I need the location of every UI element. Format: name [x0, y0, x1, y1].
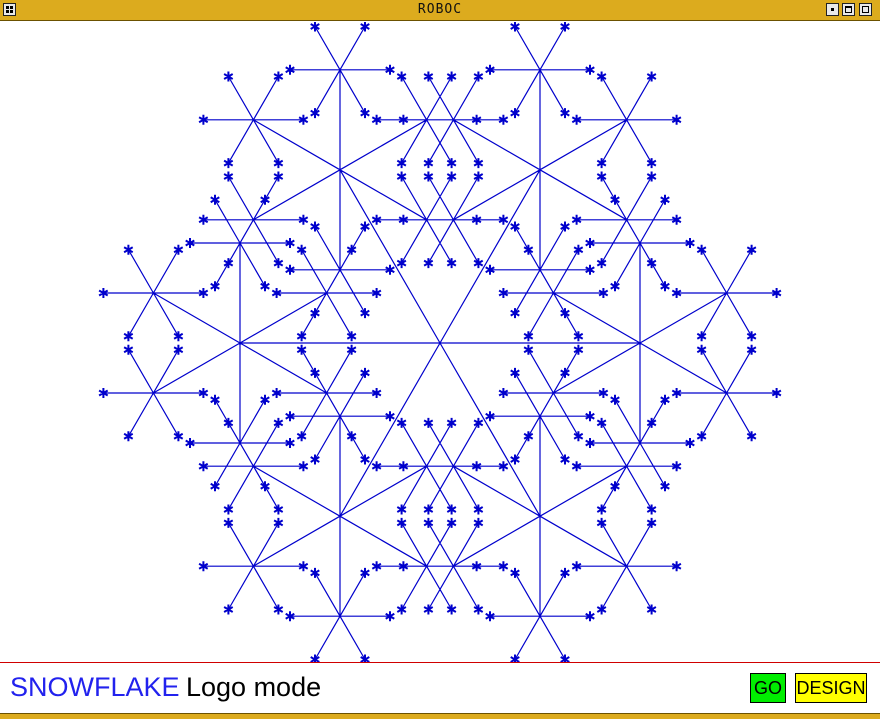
title-bar[interactable]: ROBOC: [0, 0, 880, 21]
drawing-canvas[interactable]: [0, 21, 880, 665]
status-bar: SNOWFLAKE Logo mode GO DESIGN: [0, 663, 880, 713]
program-name: SNOWFLAKE: [10, 672, 180, 702]
mode-label: Logo mode: [186, 672, 322, 702]
window-title: ROBOC: [417, 2, 463, 17]
maximize-icon[interactable]: [842, 3, 855, 16]
design-button[interactable]: DESIGN: [795, 673, 867, 703]
go-button[interactable]: GO: [750, 673, 786, 703]
minimize-icon[interactable]: [826, 3, 839, 16]
snowflake-drawing: [98, 21, 782, 665]
window-bottom-border: [0, 713, 880, 719]
close-icon[interactable]: [859, 3, 872, 16]
